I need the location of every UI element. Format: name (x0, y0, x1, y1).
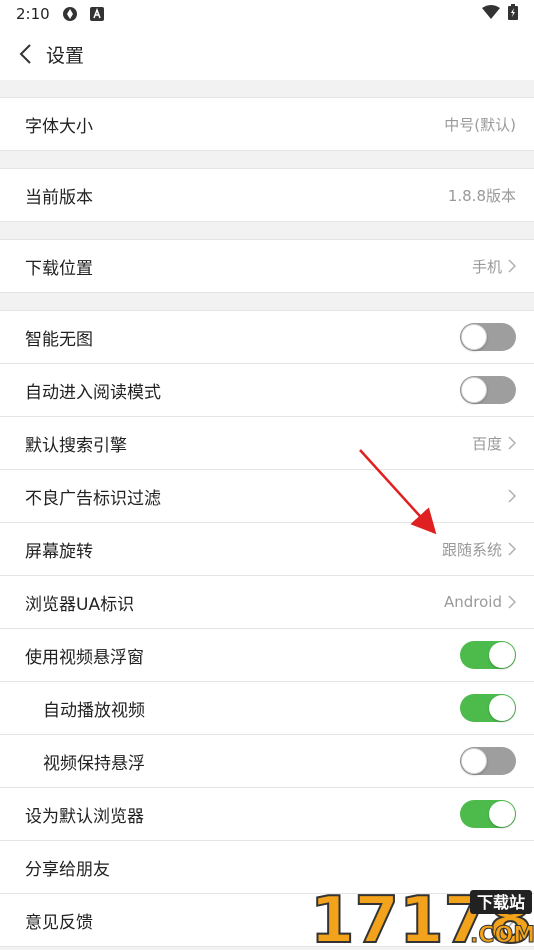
autoplay-video-toggle[interactable] (460, 694, 516, 722)
status-time: 2:10 (16, 5, 50, 23)
settings-list: 字体大小 中号(默认) 当前版本 1.8.8版本 下载位置 手机 智能无图 自动… (0, 80, 534, 947)
setting-version[interactable]: 当前版本 1.8.8版本 (0, 169, 534, 222)
setting-autoplay-video: 自动播放视频 (0, 682, 534, 735)
default-browser-toggle[interactable] (460, 800, 516, 828)
watermark-domain: .COM (470, 923, 534, 948)
status-bar: 2:10 (0, 0, 534, 28)
setting-label: 默认搜索引擎 (25, 435, 127, 456)
section-gap (0, 293, 534, 311)
setting-label: 自动播放视频 (43, 700, 145, 721)
chevron-right-icon (508, 489, 516, 503)
notification-a-icon (89, 7, 104, 21)
setting-value-wrap: 手机 (472, 256, 516, 277)
setting-value-wrap (502, 489, 516, 503)
setting-value: 跟随系统 (441, 540, 502, 559)
setting-auto-reading-mode: 自动进入阅读模式 (0, 364, 534, 417)
setting-label: 不良广告标识过滤 (25, 488, 161, 509)
setting-label: 字体大小 (25, 116, 93, 137)
setting-value: 1.8.8版本 (447, 186, 516, 205)
chevron-right-icon (508, 542, 516, 556)
chevron-right-icon (508, 259, 516, 273)
app-header: 设置 (0, 28, 534, 80)
sync-icon (62, 6, 78, 22)
chevron-right-icon (508, 436, 516, 450)
setting-label: 使用视频悬浮窗 (25, 647, 144, 668)
setting-label: 下载位置 (25, 258, 93, 279)
video-float-window-toggle[interactable] (460, 641, 516, 669)
toggle-knob (489, 642, 515, 668)
setting-default-browser: 设为默认浏览器 (0, 788, 534, 841)
wifi-icon (482, 5, 500, 23)
setting-label: 自动进入阅读模式 (25, 382, 161, 403)
auto-reading-mode-toggle[interactable] (460, 376, 516, 404)
section-gap (0, 80, 534, 98)
toggle-knob (461, 324, 487, 350)
watermark-logo: 17178 下载站 .COM (309, 883, 534, 950)
setting-default-search-engine[interactable]: 默认搜索引擎 百度 (0, 417, 534, 470)
toggle-knob (461, 377, 487, 403)
setting-video-float-window: 使用视频悬浮窗 (0, 629, 534, 682)
toggle-knob (489, 801, 515, 827)
page-title: 设置 (46, 44, 85, 67)
watermark-badge: 下载站 (477, 893, 525, 912)
setting-label: 屏幕旋转 (25, 541, 93, 562)
setting-font-size[interactable]: 字体大小 中号(默认) (0, 98, 534, 151)
setting-value-wrap: 百度 (472, 433, 516, 454)
setting-value: 百度 (471, 434, 502, 453)
setting-value: Android (444, 593, 502, 611)
keep-video-floating-toggle[interactable] (460, 747, 516, 775)
setting-ad-filter[interactable]: 不良广告标识过滤 (0, 470, 534, 523)
section-gap (0, 151, 534, 169)
setting-label: 智能无图 (25, 329, 93, 350)
setting-label: 分享给朋友 (25, 859, 110, 880)
setting-keep-video-floating: 视频保持悬浮 (0, 735, 534, 788)
toggle-knob (461, 748, 487, 774)
toggle-knob (489, 695, 515, 721)
chevron-right-icon (508, 595, 516, 609)
battery-icon (508, 4, 518, 24)
setting-value-wrap: Android (444, 593, 516, 611)
setting-browser-ua[interactable]: 浏览器UA标识 Android (0, 576, 534, 629)
smart-no-image-toggle[interactable] (460, 323, 516, 351)
setting-download-location[interactable]: 下载位置 手机 (0, 240, 534, 293)
setting-value: 手机 (471, 257, 502, 276)
back-icon[interactable] (14, 43, 36, 65)
setting-value: 中号(默认) (444, 115, 516, 134)
setting-label: 视频保持悬浮 (43, 753, 145, 774)
setting-value-wrap: 跟随系统 (442, 539, 516, 560)
setting-label: 设为默认浏览器 (25, 806, 144, 827)
section-gap (0, 222, 534, 240)
setting-smart-no-image: 智能无图 (0, 311, 534, 364)
setting-label: 浏览器UA标识 (25, 594, 135, 615)
setting-label: 意见反馈 (25, 912, 93, 933)
setting-label: 当前版本 (25, 187, 93, 208)
setting-screen-rotation[interactable]: 屏幕旋转 跟随系统 (0, 523, 534, 576)
